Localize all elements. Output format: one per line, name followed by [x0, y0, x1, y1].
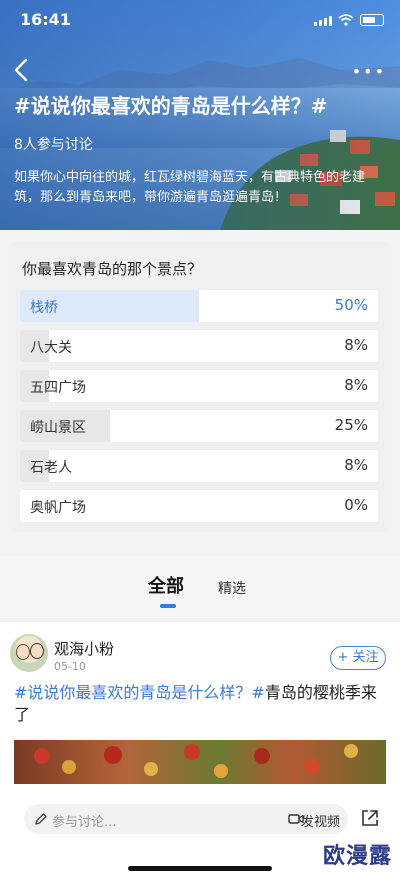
- poll-card: 你最喜欢青岛的那个景点？ 栈桥 50% 八大关 8% 五四广场 8% 崂山景区 …: [8, 242, 392, 532]
- feed-tabs: 全部 精选: [0, 556, 400, 618]
- tab-all[interactable]: 全部: [148, 572, 184, 598]
- comment-bar[interactable]: 参与讨论... 发视频: [24, 804, 348, 834]
- topic-description: 如果你心中向往的城，红瓦绿树碧海蓝天，有古典特色的老建筑，那么到青岛来吧，带你游…: [14, 170, 366, 205]
- post-hashtag[interactable]: #说说你最喜欢的青岛是什么样？#: [14, 683, 265, 702]
- poll-option-label: 五四广场: [30, 380, 86, 396]
- comment-input[interactable]: 参与讨论...: [52, 811, 116, 830]
- poll-option-label: 石老人: [30, 460, 72, 476]
- poll-option[interactable]: 奥帆广场 0%: [20, 490, 378, 522]
- active-tab-indicator: [160, 604, 176, 608]
- battery-icon: [360, 14, 384, 26]
- poll-option-percent: 8%: [344, 376, 368, 394]
- wifi-icon: [338, 14, 354, 26]
- home-indicator[interactable]: [128, 866, 272, 871]
- tab-featured[interactable]: 精选: [218, 578, 246, 598]
- post-card: 观海小粉 05-10 + 关注 #说说你最喜欢的青岛是什么样？#青岛的樱桃季来了…: [0, 622, 400, 874]
- pencil-icon: [35, 813, 47, 825]
- post-date: 05-10: [54, 660, 86, 673]
- poll-option[interactable]: 崂山景区 25%: [20, 410, 378, 442]
- poll-option[interactable]: 五四广场 8%: [20, 370, 378, 402]
- more-dots-icon[interactable]: •••: [352, 62, 386, 81]
- poll-option-percent: 8%: [344, 456, 368, 474]
- follow-button[interactable]: + 关注: [330, 646, 386, 670]
- status-bar: 16:41: [0, 10, 400, 32]
- poll-option[interactable]: 石老人 8%: [20, 450, 378, 482]
- poll-option-percent: 50%: [334, 296, 368, 314]
- poll-question: 你最喜欢青岛的那个景点？: [22, 260, 203, 278]
- post-text[interactable]: #说说你最喜欢的青岛是什么样？#青岛的樱桃季来了: [14, 682, 386, 726]
- watermark: 欧漫露: [322, 844, 392, 869]
- status-time: 16:41: [20, 10, 71, 29]
- post-image[interactable]: [14, 740, 386, 784]
- back-icon[interactable]: [10, 56, 34, 84]
- poll-option-percent: 0%: [344, 496, 368, 514]
- post-username[interactable]: 观海小粉: [54, 638, 114, 659]
- avatar[interactable]: [10, 634, 48, 672]
- poll-option-percent: 8%: [344, 336, 368, 354]
- participant-count: 8人参与讨论: [14, 137, 93, 153]
- poll-option[interactable]: 八大关 8%: [20, 330, 378, 362]
- topic-title: #说说你最喜欢的青岛是什么样？#: [14, 94, 328, 118]
- share-icon[interactable]: [360, 808, 380, 828]
- poll-option-percent: 25%: [334, 416, 368, 434]
- poll-option-label: 奥帆广场: [30, 500, 86, 516]
- poll-option-label: 八大关: [30, 340, 72, 356]
- poll-option-label: 崂山景区: [30, 420, 86, 436]
- poll-option-label: 栈桥: [30, 300, 58, 316]
- poll-option[interactable]: 栈桥 50%: [20, 290, 378, 322]
- post-video-button[interactable]: 发视频: [301, 811, 340, 830]
- cellular-signal-icon: [314, 16, 332, 26]
- topic-header: 16:41 ••• #说说你最喜欢的青岛是什么样？# 8人参与讨论 如果你心中向…: [0, 0, 400, 230]
